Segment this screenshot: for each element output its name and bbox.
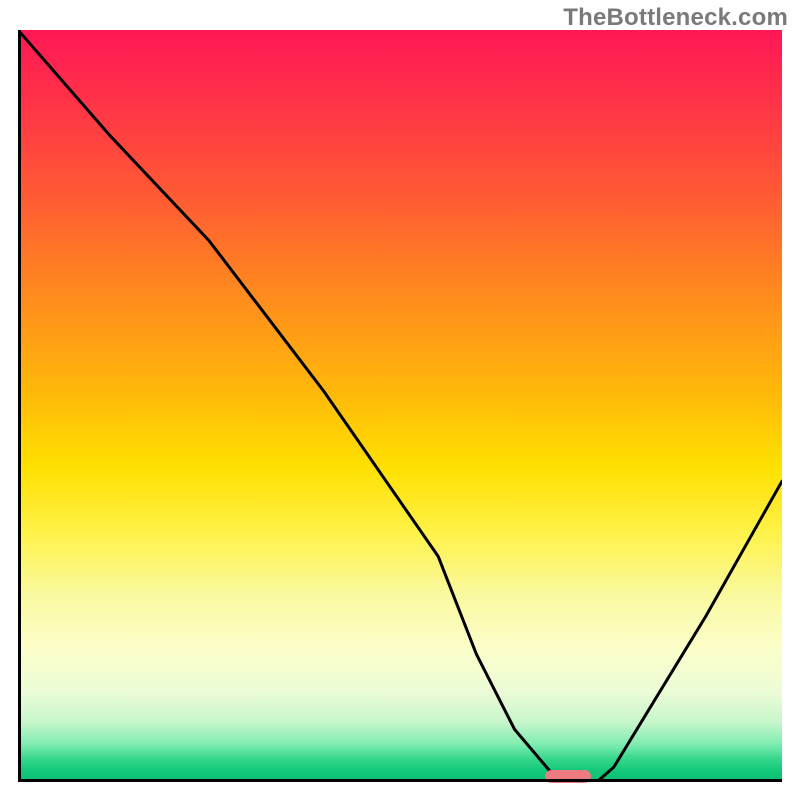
bottleneck-curve-path [18, 30, 782, 781]
watermark-text: TheBottleneck.com [563, 4, 788, 32]
plot-area [18, 30, 782, 782]
y-axis-line [18, 30, 21, 782]
bottleneck-curve-svg [18, 30, 782, 782]
x-axis-line [18, 779, 782, 782]
